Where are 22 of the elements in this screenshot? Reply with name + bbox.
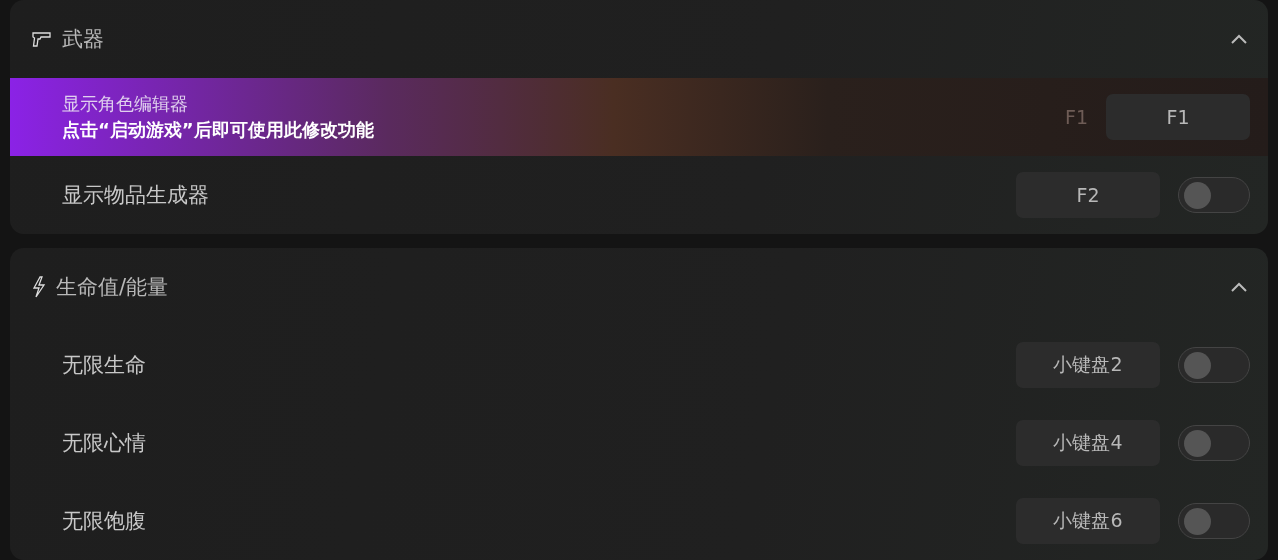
toggle-switch[interactable] [1178, 503, 1250, 539]
section-title: 生命值/能量 [56, 274, 170, 301]
option-label: 无限饱腹 [62, 508, 147, 535]
faded-hotkey-text: F1 [1064, 106, 1088, 128]
collapse-chevron-icon[interactable] [1230, 34, 1248, 44]
option-label: 无限生命 [62, 352, 147, 379]
hotkey-button[interactable]: F1 [1106, 94, 1250, 140]
lightning-icon [32, 276, 46, 298]
notice-text: 点击“启动游戏”后即可使用此修改功能 [62, 118, 375, 142]
hotkey-button[interactable]: 小键盘6 [1016, 498, 1160, 544]
option-label: 显示角色编辑器 [62, 92, 189, 116]
collapse-chevron-icon[interactable] [1230, 282, 1248, 292]
toggle-switch[interactable] [1178, 425, 1250, 461]
pistol-icon [32, 31, 52, 47]
toggle-switch[interactable] [1178, 347, 1250, 383]
hotkey-button[interactable]: F2 [1016, 172, 1160, 218]
option-label: 无限心情 [62, 430, 147, 457]
section-title: 武器 [62, 26, 105, 53]
option-label: 显示物品生成器 [62, 182, 210, 209]
toggle-switch[interactable] [1178, 177, 1250, 213]
hotkey-button[interactable]: 小键盘2 [1016, 342, 1160, 388]
hotkey-button[interactable]: 小键盘4 [1016, 420, 1160, 466]
